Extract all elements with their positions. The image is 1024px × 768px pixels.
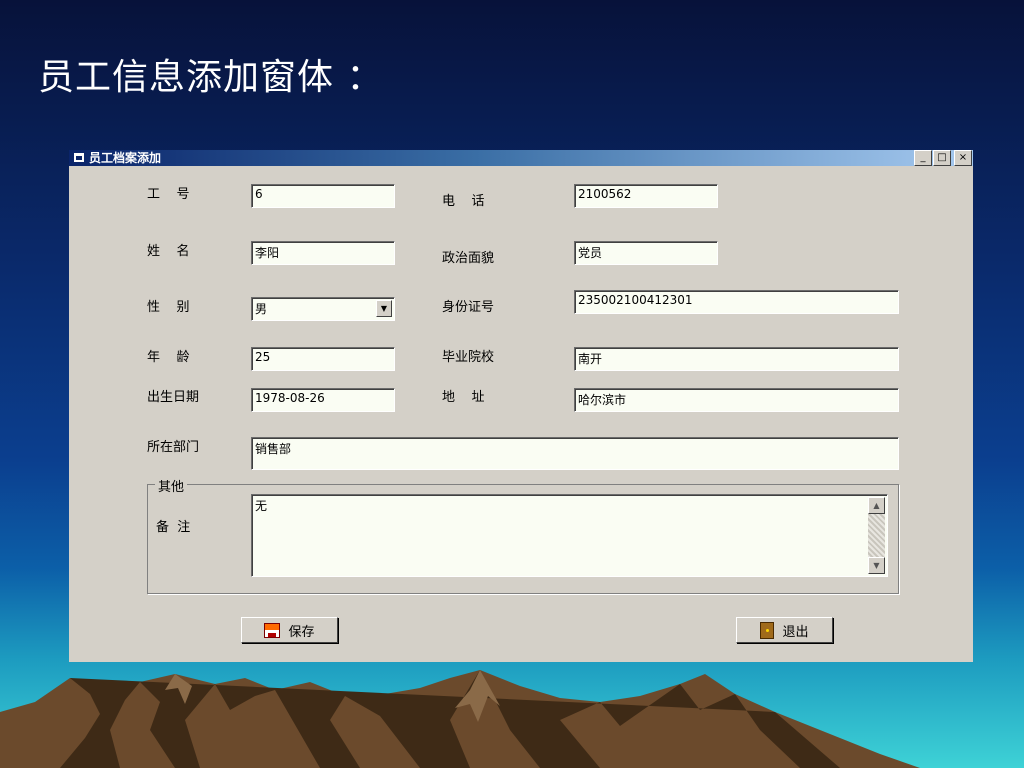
app-window-icon [74, 153, 84, 162]
birth-date-field[interactable]: 1978-08-26 [251, 388, 395, 412]
minimize-button[interactable]: _ [914, 150, 932, 166]
remarks-textarea[interactable]: 无 ▲ ▼ [251, 494, 888, 577]
phone-label: 电 话 [442, 194, 485, 209]
save-button-label: 保存 [288, 624, 315, 640]
mountain-range-graphic [0, 670, 920, 768]
department-field[interactable]: 销售部 [251, 437, 899, 470]
age-label: 年 龄 [147, 350, 190, 365]
id-card-label: 身份证号 [442, 300, 495, 315]
id-card-field[interactable]: 235002100412301 [574, 290, 899, 314]
other-groupbox-legend: 其他 [155, 476, 188, 495]
chevron-down-icon[interactable]: ▼ [376, 300, 392, 317]
window-title: 员工档案添加 [89, 151, 162, 165]
save-button[interactable]: 保存 [241, 617, 338, 643]
exit-button[interactable]: 退出 [736, 617, 833, 643]
employee-id-label: 工 号 [147, 187, 190, 202]
employee-record-window: 员工档案添加 _ □ × 工 号 6 电 话 2100562 姓 名 李阳 政治… [69, 150, 973, 662]
remarks-text: 无 [255, 499, 268, 513]
gender-select-value: 男 [255, 302, 268, 316]
door-exit-icon [760, 621, 775, 639]
gender-select[interactable]: 男 ▼ [251, 297, 395, 321]
department-label: 所在部门 [147, 440, 200, 455]
birth-date-label: 出生日期 [147, 390, 200, 405]
close-button[interactable]: × [954, 150, 972, 166]
save-icon [264, 622, 281, 638]
scroll-down-icon[interactable]: ▼ [868, 557, 885, 574]
political-status-field[interactable]: 党员 [574, 241, 718, 265]
exit-button-label: 退出 [782, 624, 809, 640]
scroll-up-icon[interactable]: ▲ [868, 497, 885, 514]
maximize-button[interactable]: □ [933, 150, 951, 166]
name-label: 姓 名 [147, 244, 190, 259]
remarks-label: 备 注 [156, 520, 191, 535]
political-status-label: 政治面貌 [442, 251, 495, 266]
slide-title: 员工信息添加窗体 ： [38, 57, 384, 98]
age-field[interactable]: 25 [251, 347, 395, 371]
gender-label: 性 别 [147, 300, 190, 315]
phone-field[interactable]: 2100562 [574, 184, 718, 208]
address-field[interactable]: 哈尔滨市 [574, 388, 899, 412]
name-field[interactable]: 李阳 [251, 241, 395, 265]
employee-id-field[interactable]: 6 [251, 184, 395, 208]
remarks-scrollbar[interactable]: ▲ ▼ [868, 497, 885, 574]
window-title-bar[interactable]: 员工档案添加 _ □ × [69, 150, 973, 166]
school-field[interactable]: 南开 [574, 347, 899, 371]
school-label: 毕业院校 [442, 350, 495, 365]
address-label: 地 址 [442, 390, 485, 405]
